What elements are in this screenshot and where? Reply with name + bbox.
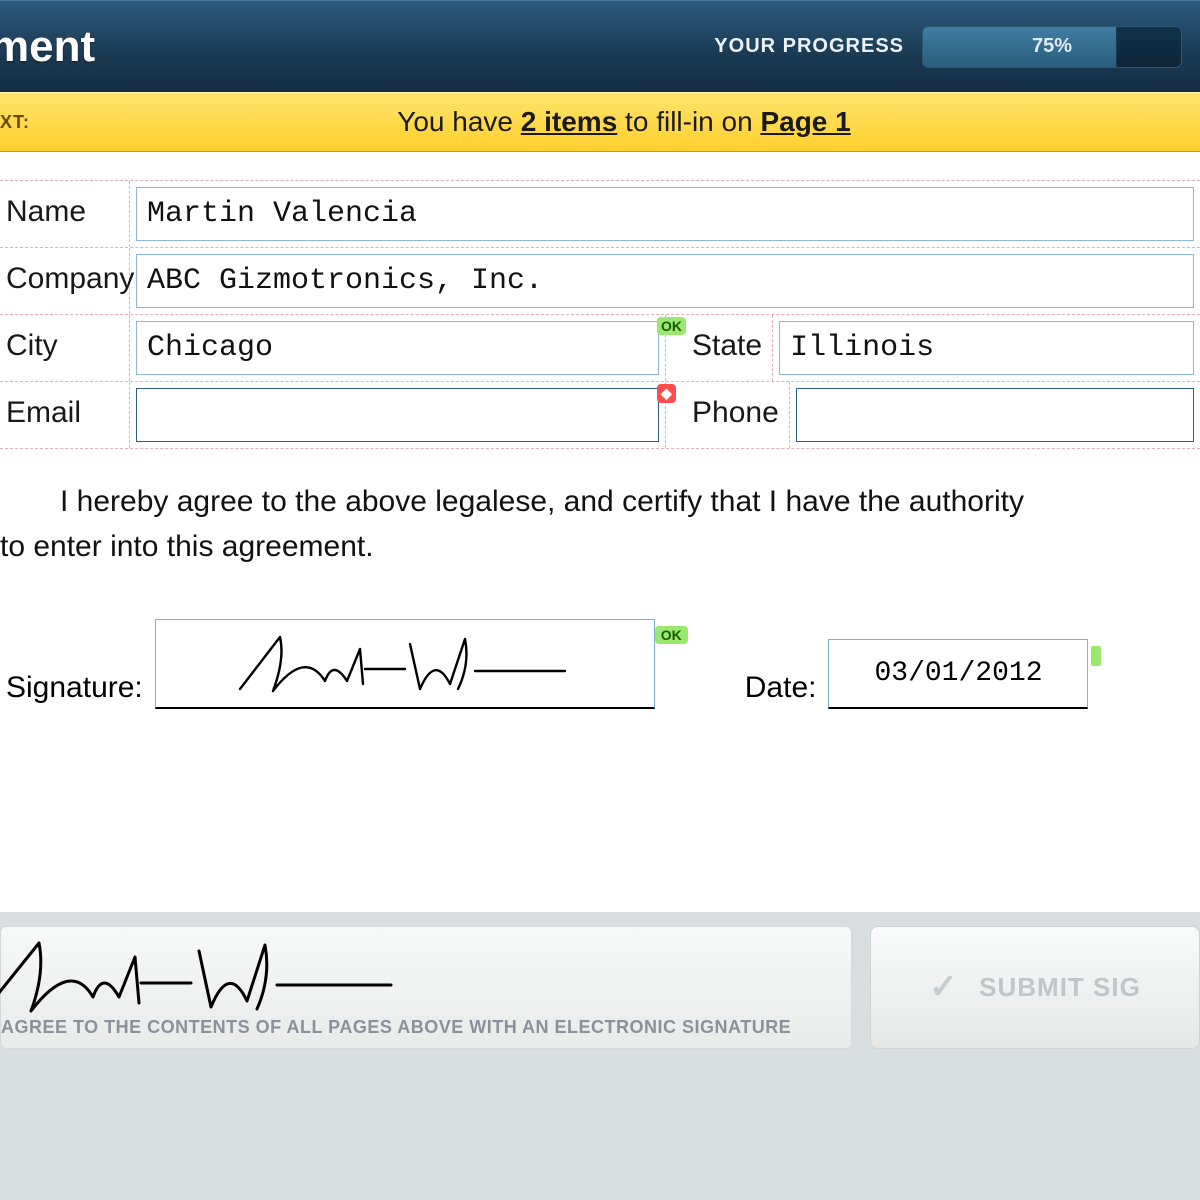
city-input[interactable] (136, 321, 659, 375)
page-title: ment (0, 22, 95, 72)
todo-pre: You have (397, 106, 521, 137)
todo-banner: XT: You have 2 items to fill-in on Page … (0, 92, 1200, 152)
agreement-text: I hereby agree to the above legalese, an… (0, 449, 1200, 579)
signature-box[interactable]: OK (155, 619, 655, 709)
progress-percent: 75% (923, 27, 1181, 67)
company-input[interactable] (136, 254, 1194, 308)
company-row: Company (0, 248, 1200, 315)
name-input[interactable] (136, 187, 1194, 241)
city-label: City (0, 315, 130, 381)
company-field-wrap (130, 248, 1200, 314)
footer-signature-panel: AGREE TO THE CONTENTS OF ALL PAGES ABOVE… (0, 926, 852, 1049)
ok-indicator-icon (1091, 646, 1101, 666)
footer-bar: AGREE TO THE CONTENTS OF ALL PAGES ABOVE… (0, 912, 1200, 1049)
signature-icon (225, 629, 585, 699)
state-input[interactable] (779, 321, 1194, 375)
email-phone-row: Email ◆ Phone (0, 382, 1200, 449)
agree-line1: I hereby agree to the above legalese, an… (60, 485, 1024, 518)
progress-area: YOUR PROGRESS 75% (714, 26, 1182, 68)
city-field-wrap (130, 315, 665, 381)
agree-line2: to enter into this agreement. (0, 530, 374, 563)
phone-input[interactable] (796, 388, 1194, 442)
email-input[interactable] (136, 388, 659, 442)
header-bar: ment YOUR PROGRESS 75% (0, 0, 1200, 92)
date-value: 03/01/2012 (874, 658, 1042, 689)
phone-field-wrap (790, 382, 1200, 448)
footer-note: AGREE TO THE CONTENTS OF ALL PAGES ABOVE… (1, 1017, 837, 1038)
state-field-wrap (773, 315, 1200, 381)
todo-mid: to fill-in on (617, 106, 760, 137)
todo-message[interactable]: You have 2 items to fill-in on Page 1 (48, 106, 1200, 138)
ok-badge: OK (655, 626, 688, 644)
name-label: Name (0, 181, 130, 247)
signature-label: Signature: (6, 671, 155, 709)
footer-signature-preview (0, 937, 837, 1017)
progress-label: YOUR PROGRESS (714, 35, 904, 58)
progress-bar: 75% (922, 26, 1182, 68)
submit-label: SUBMIT SIG (979, 972, 1141, 1003)
name-row: Name (0, 180, 1200, 248)
signature-row: Signature: OK Date: 03/01/2012 (0, 579, 1200, 719)
todo-count-link[interactable]: 2 items (521, 106, 618, 137)
email-field-wrap (130, 382, 665, 448)
submit-button[interactable]: SUBMIT SIG (870, 926, 1200, 1049)
check-icon (929, 971, 963, 1005)
name-field-wrap (130, 181, 1200, 247)
email-label: Email (0, 382, 130, 448)
todo-page-link[interactable]: Page 1 (760, 106, 850, 137)
city-state-row: City OK State (0, 315, 1200, 382)
date-label: Date: (745, 671, 829, 709)
todo-prefix: XT: (0, 112, 48, 133)
ok-badge: OK (657, 317, 686, 335)
document-body: Name Company City OK State (0, 152, 1200, 912)
phone-label: Phone (665, 382, 790, 448)
company-label: Company (0, 248, 130, 314)
signature-icon (0, 937, 401, 1015)
date-box[interactable]: 03/01/2012 (828, 639, 1088, 709)
required-badge-icon: ◆ (657, 384, 676, 403)
